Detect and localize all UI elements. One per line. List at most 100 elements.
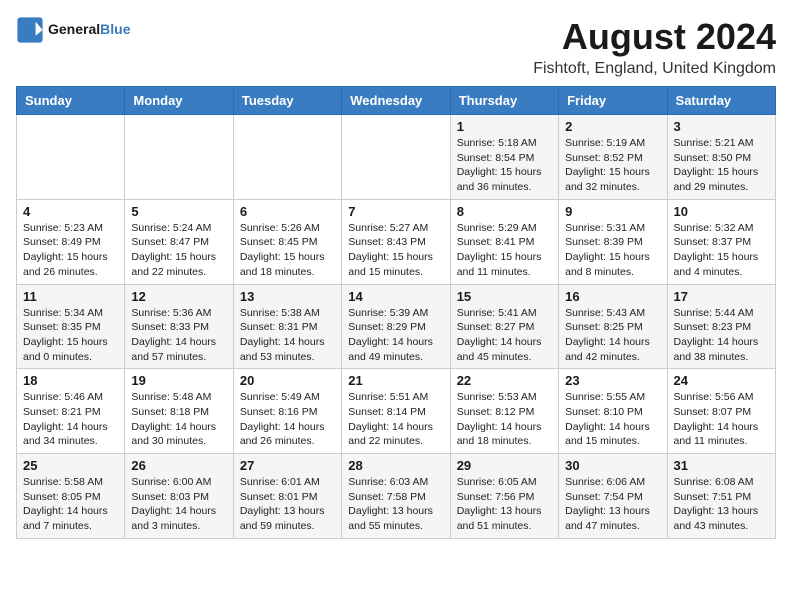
- day-info: Sunrise: 5:26 AM Sunset: 8:45 PM Dayligh…: [240, 221, 335, 280]
- calendar-cell: 20Sunrise: 5:49 AM Sunset: 8:16 PM Dayli…: [233, 369, 341, 454]
- calendar-cell: 2 Sunrise: 5:19 AM Sunset: 8:52 PM Daylig…: [559, 115, 667, 200]
- day-info: Sunrise: 5:58 AM Sunset: 8:05 PM Dayligh…: [23, 475, 118, 534]
- calendar-week-5: 25 Sunrise: 5:58 AM Sunset: 8:05 PM Dayli…: [17, 454, 776, 539]
- day-number: 25: [23, 458, 118, 473]
- calendar-cell: 13 Sunrise: 5:38 AM Sunset: 8:31 PM Dayli…: [233, 284, 341, 369]
- day-info: Sunrise: 5:46 AM Sunset: 8:21 PM Dayligh…: [23, 390, 118, 449]
- day-number: 30: [565, 458, 660, 473]
- calendar-cell: 28Sunrise: 6:03 AM Sunset: 7:58 PM Dayli…: [342, 454, 450, 539]
- calendar-cell: 19 Sunrise: 5:48 AM Sunset: 8:18 PM Dayli…: [125, 369, 233, 454]
- calendar-cell: [17, 115, 125, 200]
- day-number: 6: [240, 204, 335, 219]
- day-info: Sunrise: 5:34 AM Sunset: 8:35 PM Dayligh…: [23, 306, 118, 365]
- calendar-cell: 17 Sunrise: 5:44 AM Sunset: 8:23 PM Dayli…: [667, 284, 775, 369]
- calendar-cell: [125, 115, 233, 200]
- day-info: Sunrise: 5:36 AM Sunset: 8:33 PM Dayligh…: [131, 306, 226, 365]
- day-header-saturday: Saturday: [667, 87, 775, 115]
- day-info: Sunrise: 5:19 AM Sunset: 8:52 PM Dayligh…: [565, 136, 660, 195]
- subtitle: Fishtoft, England, United Kingdom: [533, 60, 776, 78]
- day-header-monday: Monday: [125, 87, 233, 115]
- day-number: 19: [131, 373, 226, 388]
- day-info: Sunrise: 6:03 AM Sunset: 7:58 PM Dayligh…: [348, 475, 443, 534]
- day-info: Sunrise: 6:05 AM Sunset: 7:56 PM Dayligh…: [457, 475, 552, 534]
- calendar-cell: 11 Sunrise: 5:34 AM Sunset: 8:35 PM Dayli…: [17, 284, 125, 369]
- calendar-cell: 25 Sunrise: 5:58 AM Sunset: 8:05 PM Dayli…: [17, 454, 125, 539]
- calendar-cell: 24 Sunrise: 5:56 AM Sunset: 8:07 PM Dayli…: [667, 369, 775, 454]
- day-info: Sunrise: 5:56 AM Sunset: 8:07 PM Dayligh…: [674, 390, 769, 449]
- day-header-wednesday: Wednesday: [342, 87, 450, 115]
- day-info: Sunrise: 5:29 AM Sunset: 8:41 PM Dayligh…: [457, 221, 552, 280]
- title-block: August 2024 Fishtoft, England, United Ki…: [533, 16, 776, 78]
- day-number: 10: [674, 204, 769, 219]
- day-header-tuesday: Tuesday: [233, 87, 341, 115]
- calendar-cell: 30 Sunrise: 6:06 AM Sunset: 7:54 PM Dayli…: [559, 454, 667, 539]
- calendar-cell: 29 Sunrise: 6:05 AM Sunset: 7:56 PM Dayli…: [450, 454, 558, 539]
- day-number: 24: [674, 373, 769, 388]
- day-number: 15: [457, 289, 552, 304]
- calendar-week-2: 4 Sunrise: 5:23 AM Sunset: 8:49 PM Daylig…: [17, 199, 776, 284]
- calendar-header-row: SundayMondayTuesdayWednesdayThursdayFrid…: [17, 87, 776, 115]
- day-info: Sunrise: 5:38 AM Sunset: 8:31 PM Dayligh…: [240, 306, 335, 365]
- day-info: Sunrise: 5:51 AM Sunset: 8:14 PM Dayligh…: [348, 390, 443, 449]
- calendar-cell: 12 Sunrise: 5:36 AM Sunset: 8:33 PM Dayli…: [125, 284, 233, 369]
- day-info: Sunrise: 5:24 AM Sunset: 8:47 PM Dayligh…: [131, 221, 226, 280]
- calendar-week-4: 18Sunrise: 5:46 AM Sunset: 8:21 PM Dayli…: [17, 369, 776, 454]
- calendar-cell: 6 Sunrise: 5:26 AM Sunset: 8:45 PM Daylig…: [233, 199, 341, 284]
- day-info: Sunrise: 5:48 AM Sunset: 8:18 PM Dayligh…: [131, 390, 226, 449]
- day-info: Sunrise: 5:23 AM Sunset: 8:49 PM Dayligh…: [23, 221, 118, 280]
- day-number: 3: [674, 119, 769, 134]
- day-info: Sunrise: 5:39 AM Sunset: 8:29 PM Dayligh…: [348, 306, 443, 365]
- day-info: Sunrise: 5:41 AM Sunset: 8:27 PM Dayligh…: [457, 306, 552, 365]
- calendar-week-1: 1Sunrise: 5:18 AM Sunset: 8:54 PM Daylig…: [17, 115, 776, 200]
- calendar-week-3: 11 Sunrise: 5:34 AM Sunset: 8:35 PM Dayli…: [17, 284, 776, 369]
- day-number: 21: [348, 373, 443, 388]
- day-number: 5: [131, 204, 226, 219]
- day-header-sunday: Sunday: [17, 87, 125, 115]
- day-info: Sunrise: 5:53 AM Sunset: 8:12 PM Dayligh…: [457, 390, 552, 449]
- calendar-cell: 23 Sunrise: 5:55 AM Sunset: 8:10 PM Dayli…: [559, 369, 667, 454]
- day-number: 4: [23, 204, 118, 219]
- day-info: Sunrise: 5:31 AM Sunset: 8:39 PM Dayligh…: [565, 221, 660, 280]
- day-number: 8: [457, 204, 552, 219]
- day-info: Sunrise: 5:21 AM Sunset: 8:50 PM Dayligh…: [674, 136, 769, 195]
- calendar-table: SundayMondayTuesdayWednesdayThursdayFrid…: [16, 86, 776, 539]
- logo-blue: Blue: [100, 21, 130, 37]
- day-number: 27: [240, 458, 335, 473]
- day-number: 7: [348, 204, 443, 219]
- day-info: Sunrise: 6:08 AM Sunset: 7:51 PM Dayligh…: [674, 475, 769, 534]
- day-info: Sunrise: 6:01 AM Sunset: 8:01 PM Dayligh…: [240, 475, 335, 534]
- day-number: 2: [565, 119, 660, 134]
- calendar-cell: 7Sunrise: 5:27 AM Sunset: 8:43 PM Daylig…: [342, 199, 450, 284]
- calendar-cell: 31 Sunrise: 6:08 AM Sunset: 7:51 PM Dayli…: [667, 454, 775, 539]
- logo-icon: [16, 16, 44, 44]
- logo-general: General: [48, 21, 100, 37]
- day-number: 17: [674, 289, 769, 304]
- day-number: 29: [457, 458, 552, 473]
- day-number: 31: [674, 458, 769, 473]
- calendar-cell: 1Sunrise: 5:18 AM Sunset: 8:54 PM Daylig…: [450, 115, 558, 200]
- day-number: 9: [565, 204, 660, 219]
- main-title: August 2024: [533, 16, 776, 58]
- day-number: 23: [565, 373, 660, 388]
- day-info: Sunrise: 5:43 AM Sunset: 8:25 PM Dayligh…: [565, 306, 660, 365]
- day-number: 16: [565, 289, 660, 304]
- day-info: Sunrise: 6:06 AM Sunset: 7:54 PM Dayligh…: [565, 475, 660, 534]
- day-number: 20: [240, 373, 335, 388]
- day-number: 12: [131, 289, 226, 304]
- day-header-friday: Friday: [559, 87, 667, 115]
- day-info: Sunrise: 5:55 AM Sunset: 8:10 PM Dayligh…: [565, 390, 660, 449]
- day-info: Sunrise: 6:00 AM Sunset: 8:03 PM Dayligh…: [131, 475, 226, 534]
- calendar-cell: 27 Sunrise: 6:01 AM Sunset: 8:01 PM Dayli…: [233, 454, 341, 539]
- calendar-cell: [342, 115, 450, 200]
- calendar-cell: 9 Sunrise: 5:31 AM Sunset: 8:39 PM Daylig…: [559, 199, 667, 284]
- day-number: 11: [23, 289, 118, 304]
- calendar-cell: 4 Sunrise: 5:23 AM Sunset: 8:49 PM Daylig…: [17, 199, 125, 284]
- day-header-thursday: Thursday: [450, 87, 558, 115]
- day-number: 13: [240, 289, 335, 304]
- calendar-cell: 15 Sunrise: 5:41 AM Sunset: 8:27 PM Dayli…: [450, 284, 558, 369]
- day-info: Sunrise: 5:18 AM Sunset: 8:54 PM Dayligh…: [457, 136, 552, 195]
- calendar-cell: 5 Sunrise: 5:24 AM Sunset: 8:47 PM Daylig…: [125, 199, 233, 284]
- day-info: Sunrise: 5:44 AM Sunset: 8:23 PM Dayligh…: [674, 306, 769, 365]
- day-info: Sunrise: 5:32 AM Sunset: 8:37 PM Dayligh…: [674, 221, 769, 280]
- day-number: 26: [131, 458, 226, 473]
